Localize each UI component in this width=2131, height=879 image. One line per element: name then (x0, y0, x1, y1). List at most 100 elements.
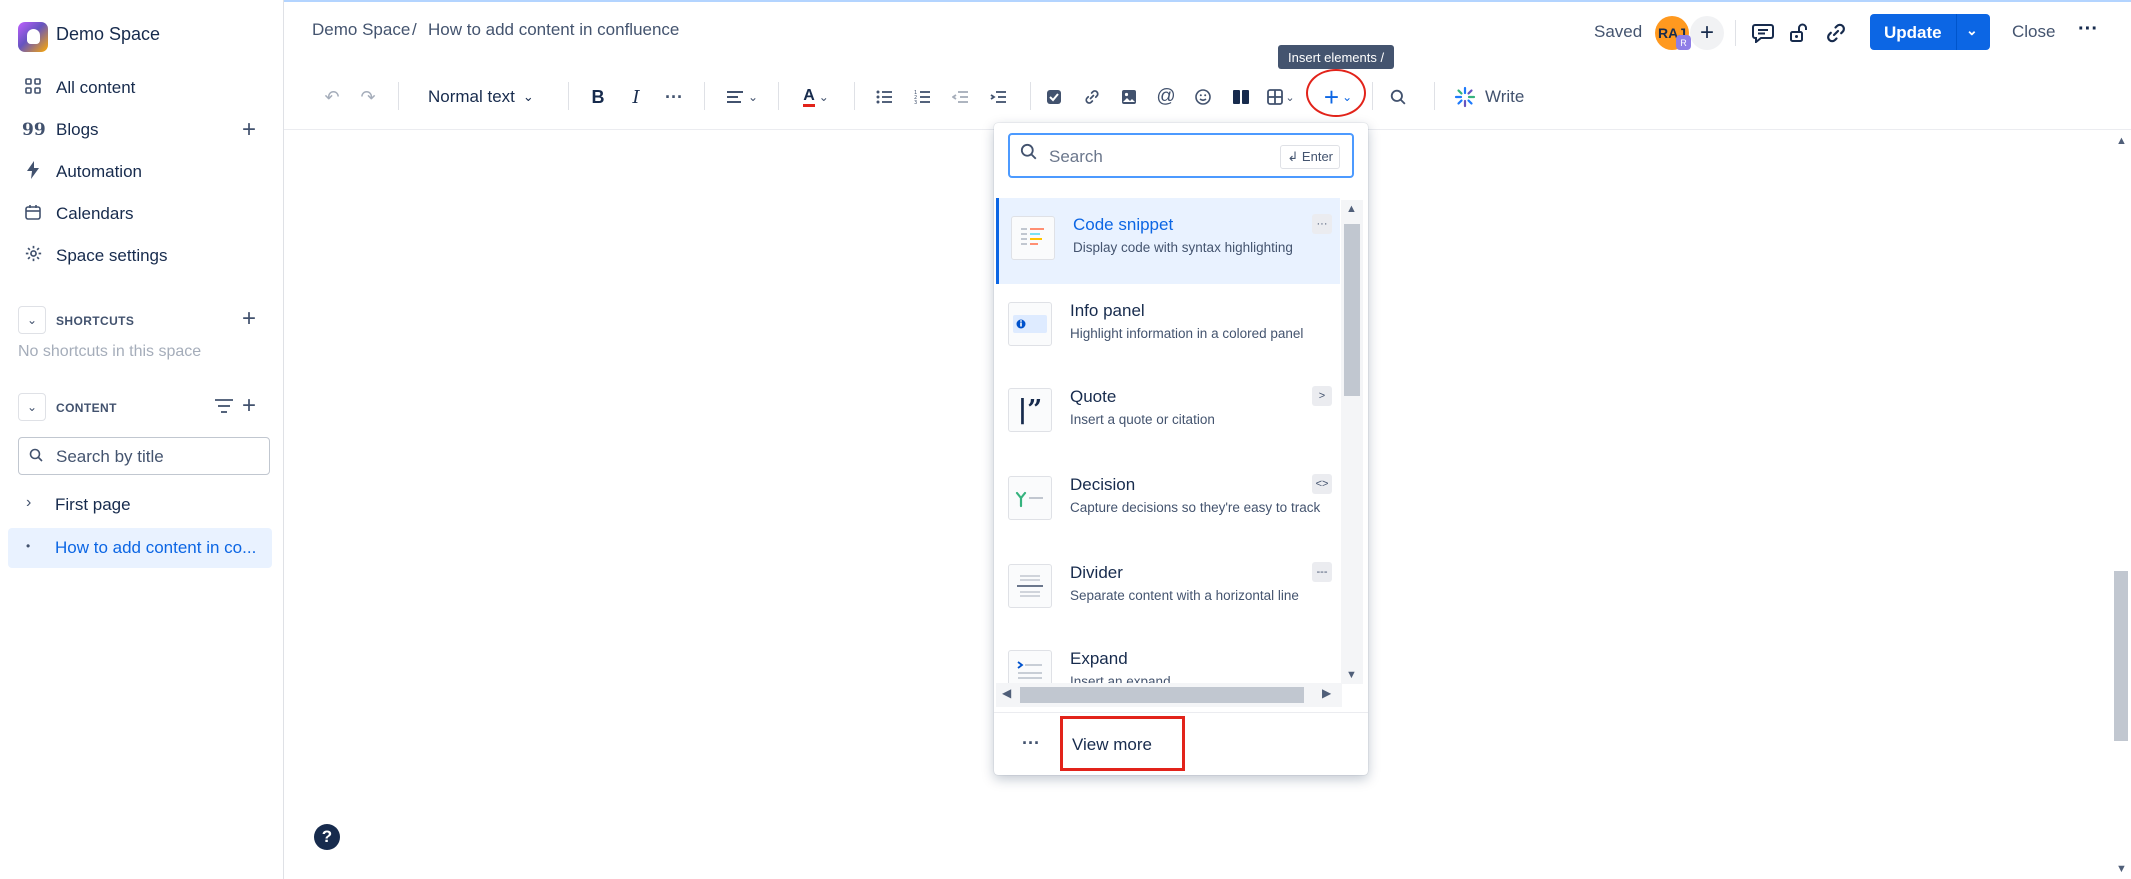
indent-icon[interactable] (986, 83, 1010, 111)
alignment-dropdown[interactable]: ⌄ (722, 83, 762, 111)
expand-icon (1008, 650, 1052, 684)
menu-item-description: Insert a quote or citation (1070, 412, 1215, 427)
search-by-title-input[interactable]: Search by title (18, 437, 270, 475)
scroll-left-arrow-icon[interactable]: ◀ (1002, 686, 1011, 700)
sidebar-item-blogs[interactable]: 99 Blogs + (0, 110, 283, 150)
chevron-down-icon: ⌄ (1285, 91, 1295, 104)
layouts-icon[interactable] (1229, 83, 1253, 111)
menu-item-clip: Expand Insert an expand (996, 632, 1340, 684)
menu-item-shortcut: > (1312, 386, 1332, 406)
italic-icon[interactable]: I (624, 83, 648, 111)
sidebar-item-label: Space settings (56, 246, 168, 265)
comments-icon[interactable] (1748, 18, 1778, 48)
search-placeholder: Search by title (56, 447, 164, 466)
space-name[interactable]: Demo Space (56, 24, 160, 45)
menu-item-shortcut: --- (1312, 562, 1332, 582)
link-icon[interactable] (1821, 18, 1851, 48)
content-toggle[interactable]: ⌄ (18, 393, 46, 421)
undo-icon[interactable]: ↶ (318, 83, 346, 111)
breadcrumb-page[interactable]: How to add content in confluence (428, 20, 679, 40)
sidebar-item-label: Calendars (56, 204, 134, 223)
toolbar-divider (854, 82, 855, 110)
invite-button[interactable]: + (1690, 16, 1724, 50)
chevron-down-icon: ⌄ (818, 90, 829, 104)
shortcuts-toggle[interactable]: ⌄ (18, 306, 46, 334)
menu-horizontal-scrollbar[interactable]: ◀ ▶ (996, 683, 1342, 707)
more-options-icon[interactable]: ··· (2078, 18, 2098, 41)
menu-item-title: Code snippet (1073, 215, 1174, 234)
table-dropdown[interactable]: ⌄ (1264, 83, 1298, 111)
scroll-up-arrow-icon[interactable]: ▲ (2116, 135, 2127, 147)
unlock-icon[interactable] (1783, 18, 1813, 48)
scroll-thumb[interactable] (1020, 687, 1304, 703)
add-content-icon[interactable]: + (242, 394, 256, 418)
add-blog-icon[interactable]: + (242, 118, 256, 142)
menu-item-quote[interactable]: |” Quote Insert a quote or citation > (996, 370, 1340, 456)
toolbar-divider (1434, 82, 1435, 110)
filter-icon[interactable] (214, 398, 234, 419)
scroll-down-arrow-icon[interactable]: ▼ (2116, 863, 2127, 875)
gear-icon (22, 245, 44, 267)
menu-item-decision[interactable]: Decision Capture decisions so they're ea… (996, 458, 1340, 544)
outdent-icon[interactable] (948, 83, 972, 111)
space-logo[interactable] (18, 22, 48, 52)
menu-item-divider[interactable]: Divider Separate content with a horizont… (996, 546, 1340, 632)
close-button[interactable]: Close (2012, 22, 2055, 42)
menu-item-title: Decision (1070, 475, 1136, 494)
tree-item-first-page[interactable]: › First page (8, 485, 272, 525)
header-divider (1735, 20, 1736, 46)
sidebar-item-calendars[interactable]: Calendars (0, 194, 283, 234)
menu-item-shortcut: <> (1312, 474, 1332, 494)
page-scrollbar[interactable]: ▲ ▼ (2111, 131, 2131, 879)
scroll-down-arrow-icon[interactable]: ▼ (1346, 669, 1357, 681)
menu-item-description: Separate content with a horizontal line (1070, 588, 1299, 603)
redo-icon[interactable]: ↷ (354, 83, 382, 111)
help-button[interactable]: ? (314, 824, 340, 850)
sidebar-item-all-content[interactable]: All content (0, 68, 283, 108)
ai-sparkle-icon (1454, 86, 1476, 108)
emoji-icon[interactable] (1191, 83, 1215, 111)
text-style-dropdown[interactable]: Normal text ⌄ (428, 83, 548, 111)
toolbar-divider (704, 82, 705, 110)
task-checkbox-icon[interactable] (1042, 83, 1066, 111)
mention-icon[interactable]: @ (1154, 83, 1178, 111)
toolbar-divider (568, 82, 569, 110)
scroll-thumb[interactable] (1344, 224, 1360, 396)
tree-item-current-page[interactable]: • How to add content in co... (8, 528, 272, 568)
decision-icon (1008, 476, 1052, 520)
menu-item-expand[interactable]: Expand Insert an expand (996, 632, 1340, 684)
write-label: Write (1485, 87, 1525, 106)
shortcuts-title: SHORTCUTS (56, 314, 135, 328)
save-status: Saved (1594, 22, 1643, 41)
toolbar-divider (398, 82, 399, 110)
menu-item-title: Info panel (1070, 301, 1145, 320)
text-color-dropdown[interactable]: A ⌄ (796, 83, 836, 111)
menu-vertical-scrollbar[interactable]: ▲ ▼ (1341, 200, 1363, 684)
scroll-right-arrow-icon[interactable]: ▶ (1322, 686, 1331, 700)
bold-icon[interactable]: B (586, 83, 610, 111)
numbered-list-icon[interactable]: 123 (910, 83, 934, 111)
more-icon: ··· (1022, 733, 1040, 753)
calendar-icon (22, 204, 44, 225)
menu-item-code-snippet[interactable]: Code snippet Display code with syntax hi… (996, 198, 1340, 284)
chevron-down-icon[interactable]: ⌄ (1966, 22, 1978, 39)
link-icon[interactable] (1080, 83, 1104, 111)
sidebar-item-automation[interactable]: Automation (0, 152, 283, 192)
shortcuts-empty-text: No shortcuts in this space (18, 343, 202, 360)
text-style-label: Normal text (428, 87, 515, 106)
scroll-up-arrow-icon[interactable]: ▲ (1346, 203, 1357, 215)
find-icon[interactable] (1386, 83, 1410, 111)
scroll-thumb[interactable] (2114, 571, 2128, 741)
breadcrumb-separator: / (412, 20, 417, 39)
menu-item-info-panel[interactable]: Info panel Highlight information in a co… (996, 284, 1340, 370)
add-shortcut-icon[interactable]: + (242, 307, 256, 331)
update-button[interactable]: Update ⌄ (1870, 14, 1990, 50)
sidebar-item-space-settings[interactable]: Space settings (0, 236, 283, 276)
more-formatting-icon[interactable]: ··· (662, 83, 686, 111)
insert-search-input[interactable]: Search ↲ Enter (1008, 133, 1354, 178)
image-icon[interactable] (1117, 83, 1141, 111)
breadcrumb-space[interactable]: Demo Space (312, 20, 410, 40)
divider-icon (1008, 564, 1052, 608)
bullet-list-icon[interactable] (872, 83, 896, 111)
write-ai-button[interactable]: Write (1454, 83, 1534, 111)
